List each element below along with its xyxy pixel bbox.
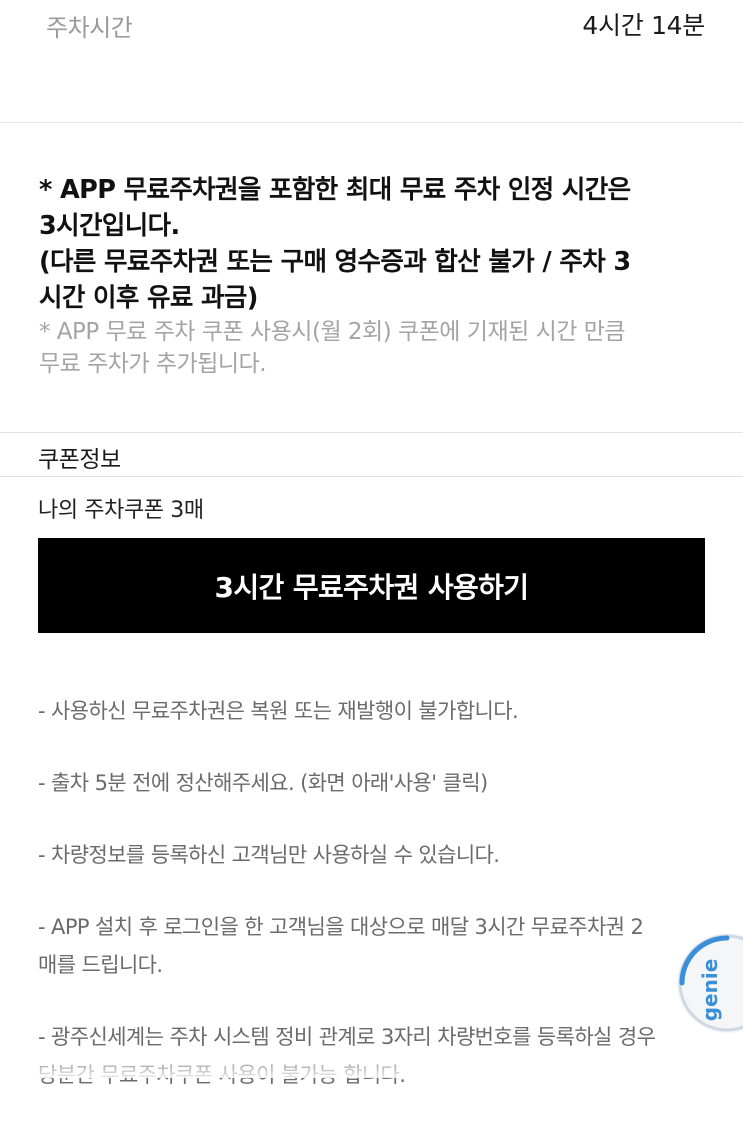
coupon-section-title: 쿠폰정보: [38, 447, 121, 473]
notice-main-text: * APP 무료주차권을 포함한 최대 무료 주차 인정 시간은 3시간입니다.…: [39, 175, 631, 313]
parking-time-value: 4시간 14분: [582, 11, 705, 40]
divider: [0, 122, 743, 123]
info-item: - 사용하신 무료주차권은 복원 또는 재발행이 불가합니다.: [38, 699, 519, 723]
parking-time-row: 주차시간 4시간 14분: [0, 0, 743, 122]
use-free-parking-coupon-button[interactable]: 3시간 무료주차권 사용하기: [38, 538, 705, 633]
notice-sub-text: * APP 무료 주차 쿠폰 사용시(월 2회) 쿠폰에 기재된 시간 만큼 무…: [39, 319, 626, 377]
info-item: - APP 설치 후 로그인을 한 고객님을 대상으로 매달 3시간 무료주차권…: [38, 915, 644, 977]
bottom-fade: [0, 1050, 743, 1078]
divider: [0, 432, 743, 433]
info-item: - 차량정보를 등록하신 고객님만 사용하실 수 있습니다.: [38, 843, 500, 867]
divider: [0, 476, 743, 477]
watermark-text: genie: [698, 959, 722, 1022]
my-coupon-count: 나의 주차쿠폰 3매: [38, 498, 204, 523]
parking-time-label: 주차시간: [46, 14, 133, 42]
genie-watermark-logo: genie: [677, 933, 743, 1033]
free-parking-notice: * APP 무료주차권을 포함한 최대 무료 주차 인정 시간은 3시간입니다.…: [39, 172, 719, 380]
info-item: - 출차 5분 전에 정산해주세요. (화면 아래'사용' 클릭): [38, 771, 488, 795]
